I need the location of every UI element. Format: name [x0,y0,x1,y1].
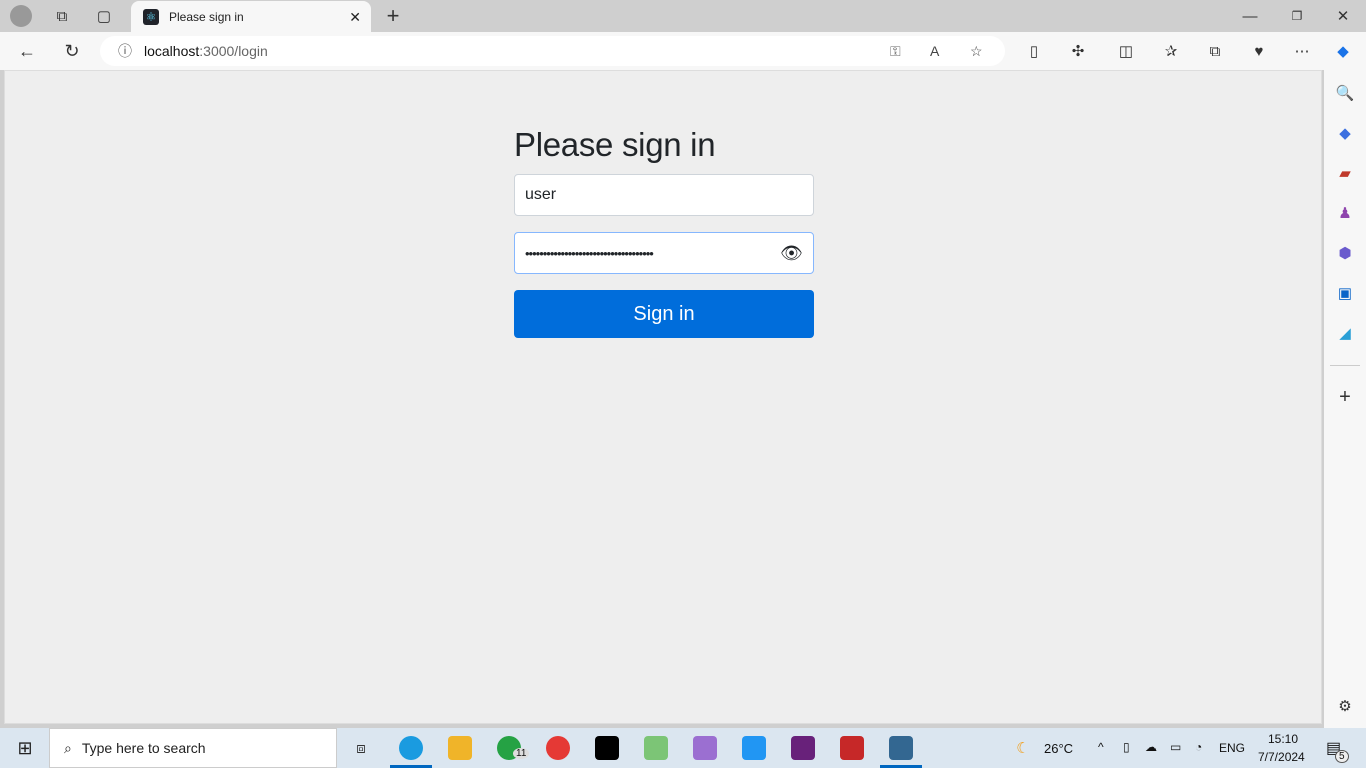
taskbar-search[interactable]: ⌕ Type here to search [49,728,337,768]
language-indicator[interactable]: ENG [1219,741,1245,755]
read-aloud-icon[interactable]: A [930,43,939,59]
favorites-icon[interactable]: ✰ [1160,40,1182,62]
filezilla-icon[interactable] [840,736,864,760]
xampp-icon[interactable] [644,736,668,760]
vscode-icon[interactable] [742,736,766,760]
postgresql-icon[interactable] [889,736,913,760]
password-input[interactable]: •••••••••••••••••••••••••••••••••••• 👁 [514,232,814,274]
sidebar-divider [1330,365,1360,366]
login-form: Please sign in user ••••••••••••••••••••… [514,126,814,338]
onedrive-cloud-icon[interactable]: ☁ [1145,740,1157,754]
new-tab-button[interactable]: + [382,3,404,28]
address-bar[interactable]: ⓘ localhost:3000/login ⚿ A ☆ [100,36,1005,66]
close-tab-icon[interactable]: ✕ [349,9,361,26]
profile-avatar[interactable] [10,5,32,27]
drop-icon[interactable]: ◢ [1334,322,1356,344]
shopping-tag-icon[interactable]: ◆ [1334,122,1356,144]
intellij-icon[interactable] [595,736,619,760]
weather-temp[interactable]: 26°C [1044,741,1073,756]
workspaces-icon[interactable]: ⧉ [52,6,72,26]
favorite-star-icon[interactable]: ☆ [970,43,983,60]
close-window-button[interactable]: ✕ [1333,6,1353,26]
page-title: Please sign in [514,126,716,163]
clock-date[interactable]: 7/7/2024 [1258,750,1305,764]
tab-please-sign-in[interactable]: ⚛ Please sign in ✕ [131,1,371,33]
collections-icon[interactable]: ⧉ [1204,40,1226,62]
visual-studio-icon[interactable] [693,736,717,760]
tab-title: Please sign in [169,10,244,24]
microsoft365-icon[interactable]: ⬢ [1334,242,1356,264]
edge-app-icon[interactable] [399,736,423,760]
games-icon[interactable]: ♟ [1334,202,1356,224]
username-input[interactable]: user [514,174,814,216]
windows-taskbar: ⊞ ⌕ Type here to search ⧈ 11 ☾ 26°C ^ ▯ … [0,728,1366,768]
password-value: •••••••••••••••••••••••••••••••••••• [525,245,654,261]
restore-button[interactable]: ❐ [1287,6,1307,26]
browser-toolbar: ← ↻ ⓘ localhost:3000/login ⚿ A ☆ ▯ ✣ ◫ ✰… [0,32,1366,70]
search-icon: ⌕ [64,739,72,756]
key-icon[interactable]: ⚿ [890,43,901,60]
notifications-badge: 5 [1335,750,1349,763]
react-favicon-icon: ⚛ [143,9,159,25]
vertical-tabs-icon[interactable]: ▢ [94,6,114,26]
file-explorer-icon[interactable] [448,736,472,760]
meet-icon[interactable]: ▯ [1123,740,1130,754]
browser-essentials-icon[interactable]: ♥ [1248,40,1270,62]
minimize-button[interactable]: — [1240,6,1260,26]
url-host: localhost [144,43,200,59]
page-content: Please sign in user ••••••••••••••••••••… [4,70,1322,724]
more-menu-icon[interactable]: ⋯ [1291,40,1313,62]
settings-gear-icon[interactable]: ⚙ [1334,695,1356,717]
visual-studio-purple-icon[interactable] [791,736,815,760]
battery-icon[interactable]: ▭ [1170,740,1181,754]
url-path: :3000/login [199,43,268,59]
windows-start-icon[interactable]: ⊞ [14,737,36,759]
wifi-icon[interactable]: ◔ [1195,740,1202,754]
tab-bar: ⧉ ▢ ⚛ Please sign in ✕ + — ❐ ✕ [0,0,1366,33]
taskbar-search-placeholder: Type here to search [81,740,206,756]
outlook-icon[interactable]: ▣ [1334,282,1356,304]
reading-view-icon[interactable]: ▯ [1023,40,1045,62]
info-icon[interactable]: ⓘ [118,41,132,61]
clock-time[interactable]: 15:10 [1268,732,1298,746]
extensions-icon[interactable]: ✣ [1067,40,1089,62]
sign-in-button[interactable]: Sign in [514,290,814,338]
tools-icon[interactable]: ▰ [1334,162,1356,184]
task-view-icon[interactable]: ⧈ [350,737,372,759]
tray-chevron-icon[interactable]: ^ [1098,740,1104,754]
power-app-icon[interactable] [546,736,570,760]
weather-moon-icon[interactable]: ☾ [1012,737,1034,759]
refresh-button[interactable]: ↻ [61,40,83,62]
show-password-eye-icon[interactable]: 👁 [780,243,803,264]
split-screen-icon[interactable]: ◫ [1115,40,1137,62]
add-sidebar-app-icon[interactable]: + [1334,386,1356,408]
search-icon[interactable]: 🔍 [1334,82,1356,104]
whatsapp-badge: 11 [513,748,530,759]
copilot-icon[interactable]: ◆ [1332,40,1354,62]
edge-sidebar: 🔍 ◆ ▰ ♟ ⬢ ▣ ◢ + ⚙ [1324,70,1366,728]
back-button[interactable]: ← [16,40,38,62]
